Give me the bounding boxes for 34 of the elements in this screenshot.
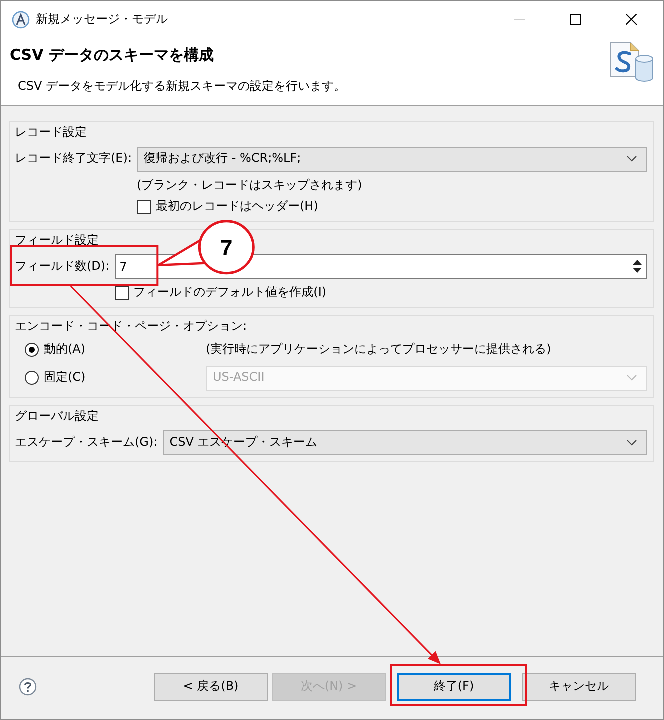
help-icon[interactable]	[19, 678, 37, 696]
radio-button[interactable]	[25, 343, 39, 358]
chevron-down-icon	[627, 440, 637, 446]
group-title: グローバル設定	[15, 408, 99, 424]
group-title: レコード設定	[15, 125, 87, 141]
spin-down-icon[interactable]	[633, 268, 642, 274]
checkbox-label[interactable]: 最初のレコードはヘッダー(H)	[156, 199, 318, 215]
hint-text: (実行時にアプリケーションによってプロセッサーに提供される)	[206, 342, 552, 358]
spin-up-icon[interactable]	[633, 260, 642, 266]
field-label: エスケープ・スキーム(G):	[15, 434, 158, 450]
dialog-button[interactable]: < 戻る(B)	[154, 672, 268, 700]
field-label: フィールド数(D):	[15, 259, 110, 275]
window-title: 新規メッセージ・モデル	[36, 12, 168, 28]
checkbox[interactable]	[137, 200, 151, 214]
radio-label[interactable]: 固定(C)	[44, 370, 86, 386]
app-logo-icon	[12, 10, 30, 28]
group-title: フィールド設定	[15, 232, 99, 248]
dialog-button[interactable]: 終了(F)	[397, 672, 511, 700]
checkbox[interactable]	[114, 286, 129, 300]
checkbox-label[interactable]: フィールドのデフォルト値を作成(I)	[134, 285, 327, 301]
page-heading: CSV データのスキーマを構成	[10, 46, 215, 66]
document-database-icon	[609, 41, 655, 83]
close-icon	[626, 14, 636, 25]
dialog-button[interactable]: キャンセル	[522, 672, 636, 700]
minimize-icon	[514, 19, 524, 20]
field-label: レコード終了文字(E):	[15, 151, 132, 167]
radio-button[interactable]	[25, 371, 39, 386]
chevron-down-icon	[627, 156, 637, 162]
maximize-icon	[570, 14, 580, 25]
radio-label[interactable]: 動的(A)	[44, 342, 86, 358]
hint-text: (ブランク・レコードはスキップされます)	[137, 178, 362, 194]
page-description: CSV データをモデル化する新規スキーマの設定を行います。	[18, 78, 346, 94]
dropdown[interactable]: 復帰および改行 - %CR;%LF;	[137, 146, 647, 172]
chevron-down-icon	[627, 375, 637, 382]
